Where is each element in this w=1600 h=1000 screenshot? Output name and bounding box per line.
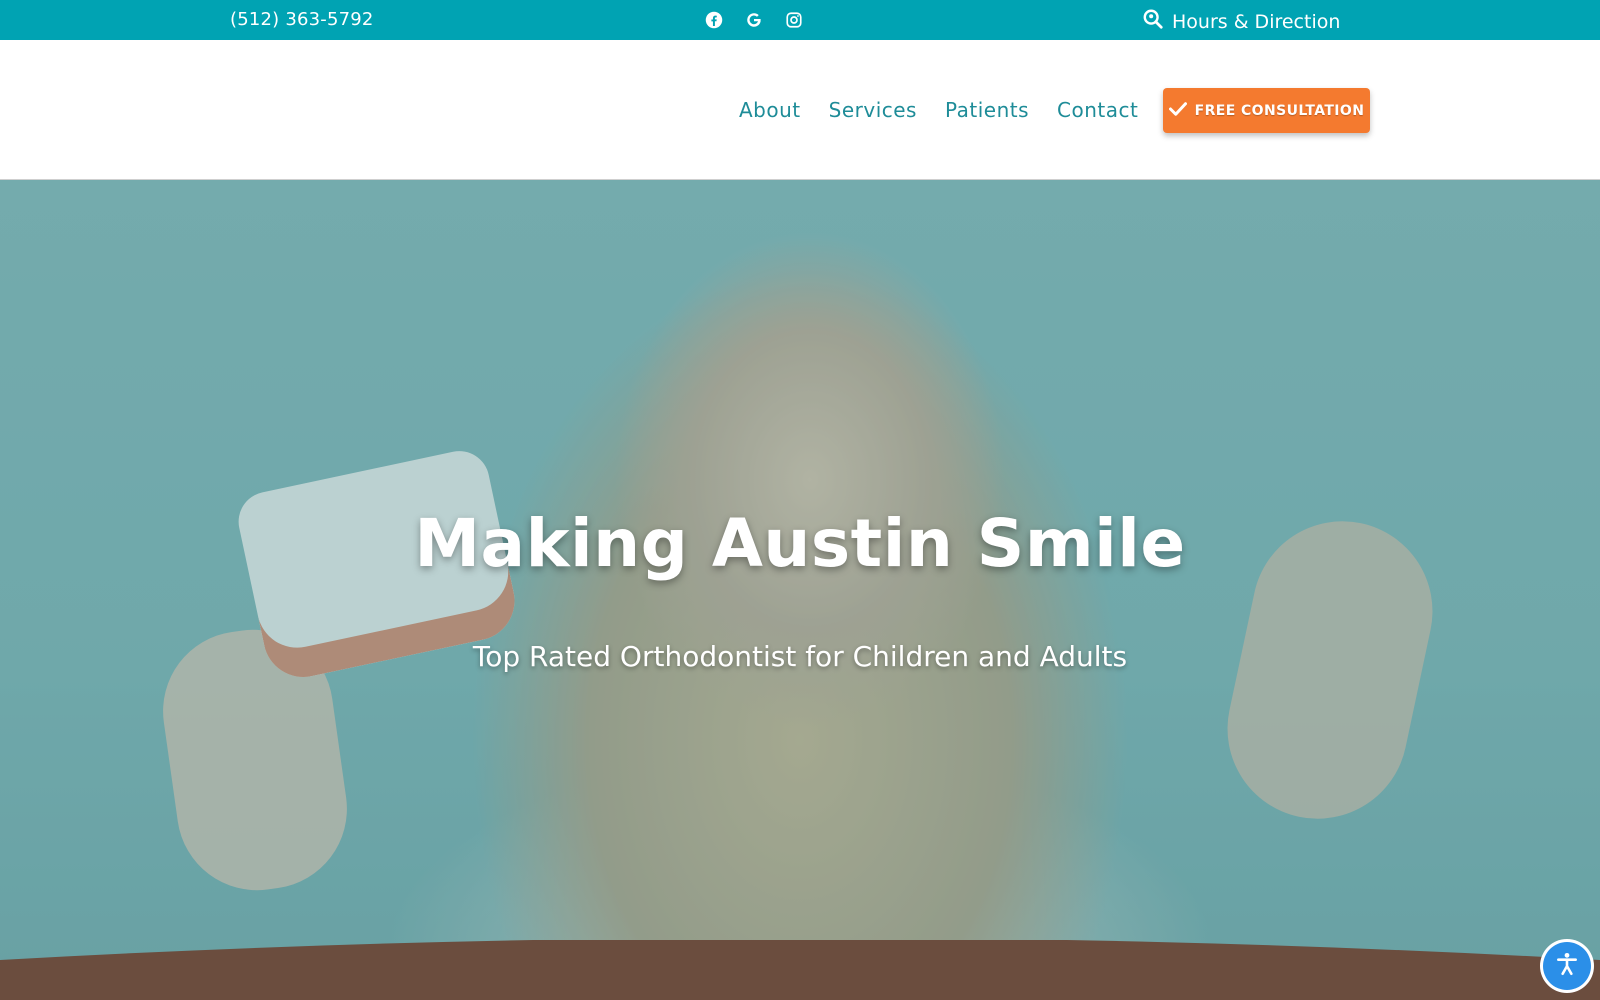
nav-services[interactable]: Services — [829, 98, 917, 122]
instagram-icon[interactable] — [783, 9, 805, 31]
hero-overlay — [0, 180, 1600, 1000]
nav-contact[interactable]: Contact — [1057, 98, 1138, 122]
hours-direction-link[interactable]: Hours & Direction — [1142, 8, 1340, 35]
accessibility-button[interactable] — [1543, 942, 1591, 990]
hero-bottom-wave — [0, 940, 1600, 1000]
nav-about[interactable]: About — [739, 98, 801, 122]
map-search-icon — [1142, 8, 1164, 35]
top-bar: (512) 363-5792 Hours & Direction — [0, 0, 1600, 40]
google-icon[interactable] — [743, 9, 765, 31]
hours-direction-label: Hours & Direction — [1172, 10, 1341, 33]
hero-subtitle: Top Rated Orthodontist for Children and … — [472, 640, 1128, 673]
site-header: About Services Patients Contact FREE CON… — [0, 40, 1600, 180]
main-nav: About Services Patients Contact — [739, 98, 1138, 122]
phone-link[interactable]: (512) 363-5792 — [230, 9, 374, 30]
social-links — [703, 9, 805, 31]
accessibility-icon — [1554, 951, 1580, 981]
hero-section: Making Austin Smile Top Rated Orthodonti… — [0, 180, 1600, 1000]
checkmark-icon — [1168, 101, 1187, 121]
free-consultation-button[interactable]: FREE CONSULTATION — [1163, 88, 1370, 133]
hero-title: Making Austin Smile — [414, 505, 1186, 582]
facebook-icon[interactable] — [703, 9, 725, 31]
free-consultation-label: FREE CONSULTATION — [1194, 102, 1365, 119]
nav-patients[interactable]: Patients — [945, 98, 1029, 122]
